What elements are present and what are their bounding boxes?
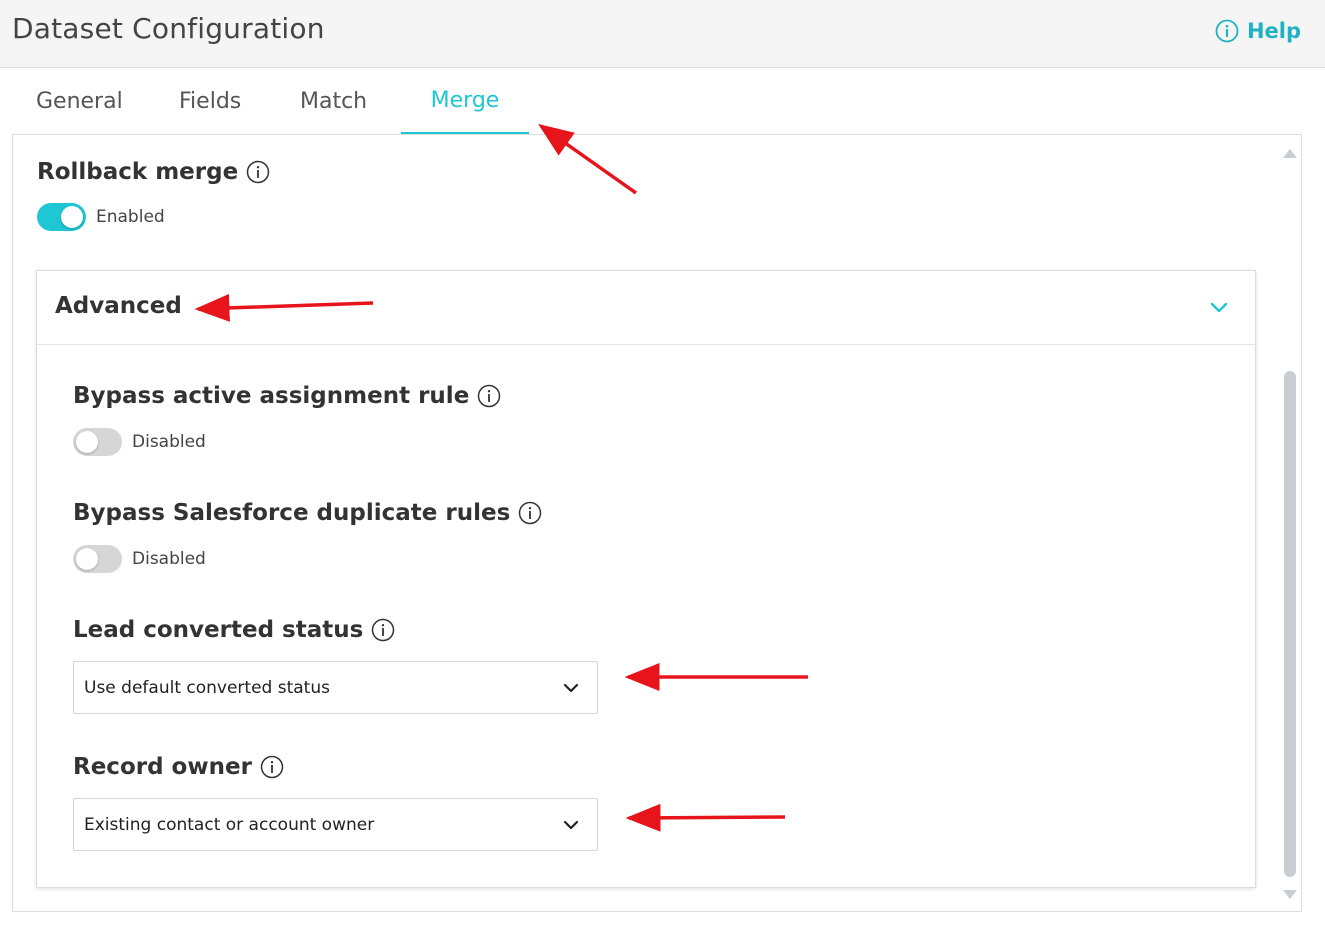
toggle-knob [76, 431, 98, 453]
bypass-duplicate-heading: Bypass Salesforce duplicate rules [73, 500, 542, 526]
page-title: Dataset Configuration [12, 12, 325, 45]
lead-status-heading: Lead converted status [73, 617, 395, 643]
advanced-header[interactable]: Advanced [37, 271, 1255, 345]
rollback-merge-label: Rollback merge [37, 159, 239, 185]
bypass-duplicate-state: Disabled [132, 549, 206, 569]
advanced-title: Advanced [55, 293, 182, 319]
lead-status-select[interactable]: Use default converted status [73, 661, 598, 714]
bypass-assignment-state: Disabled [132, 432, 206, 452]
bypass-assignment-heading: Bypass active assignment rule [73, 383, 501, 409]
bypass-assignment-toggle-row: Disabled [73, 428, 206, 456]
tab-match[interactable]: Match [276, 68, 391, 134]
vertical-scrollbar[interactable] [1279, 135, 1301, 911]
tab-general[interactable]: General [12, 68, 147, 134]
info-icon[interactable] [246, 160, 270, 184]
info-icon[interactable] [477, 384, 501, 408]
info-icon [1215, 19, 1239, 43]
rollback-merge-toggle-row: Enabled [37, 203, 165, 231]
help-label: Help [1246, 19, 1301, 43]
bypass-duplicate-toggle-row: Disabled [73, 545, 206, 573]
scrollbar-thumb[interactable] [1284, 371, 1296, 877]
chevron-down-icon [563, 683, 579, 692]
rollback-merge-state: Enabled [96, 207, 165, 227]
record-owner-heading: Record owner [73, 754, 284, 780]
rollback-merge-toggle[interactable] [37, 203, 86, 231]
info-icon[interactable] [260, 755, 284, 779]
advanced-section: Advanced Bypass active assignment rule D… [36, 270, 1256, 888]
chevron-down-icon[interactable] [1209, 297, 1229, 317]
chevron-down-icon [563, 820, 579, 829]
tab-fields[interactable]: Fields [155, 68, 265, 134]
toggle-knob [76, 548, 98, 570]
toggle-knob [61, 206, 83, 228]
merge-settings-panel: Rollback merge Enabled Advanced Bypass a… [12, 134, 1302, 912]
scroll-up-arrow[interactable] [1283, 149, 1297, 158]
lead-status-label: Lead converted status [73, 617, 364, 643]
record-owner-select[interactable]: Existing contact or account owner [73, 798, 598, 851]
rollback-merge-heading: Rollback merge [37, 159, 270, 185]
tab-merge[interactable]: Merge [401, 68, 529, 134]
header-bar: Dataset Configuration Help [0, 0, 1325, 68]
info-icon[interactable] [518, 501, 542, 525]
bypass-assignment-label: Bypass active assignment rule [73, 383, 470, 409]
record-owner-value: Existing contact or account owner [84, 814, 375, 835]
lead-status-value: Use default converted status [84, 677, 330, 698]
help-link[interactable]: Help [1215, 19, 1301, 43]
tab-bar: General Fields Match Merge [12, 68, 612, 135]
bypass-duplicate-label: Bypass Salesforce duplicate rules [73, 500, 511, 526]
bypass-duplicate-toggle[interactable] [73, 545, 122, 573]
scroll-down-arrow[interactable] [1283, 890, 1297, 899]
bypass-assignment-toggle[interactable] [73, 428, 122, 456]
record-owner-label: Record owner [73, 754, 252, 780]
info-icon[interactable] [371, 618, 395, 642]
